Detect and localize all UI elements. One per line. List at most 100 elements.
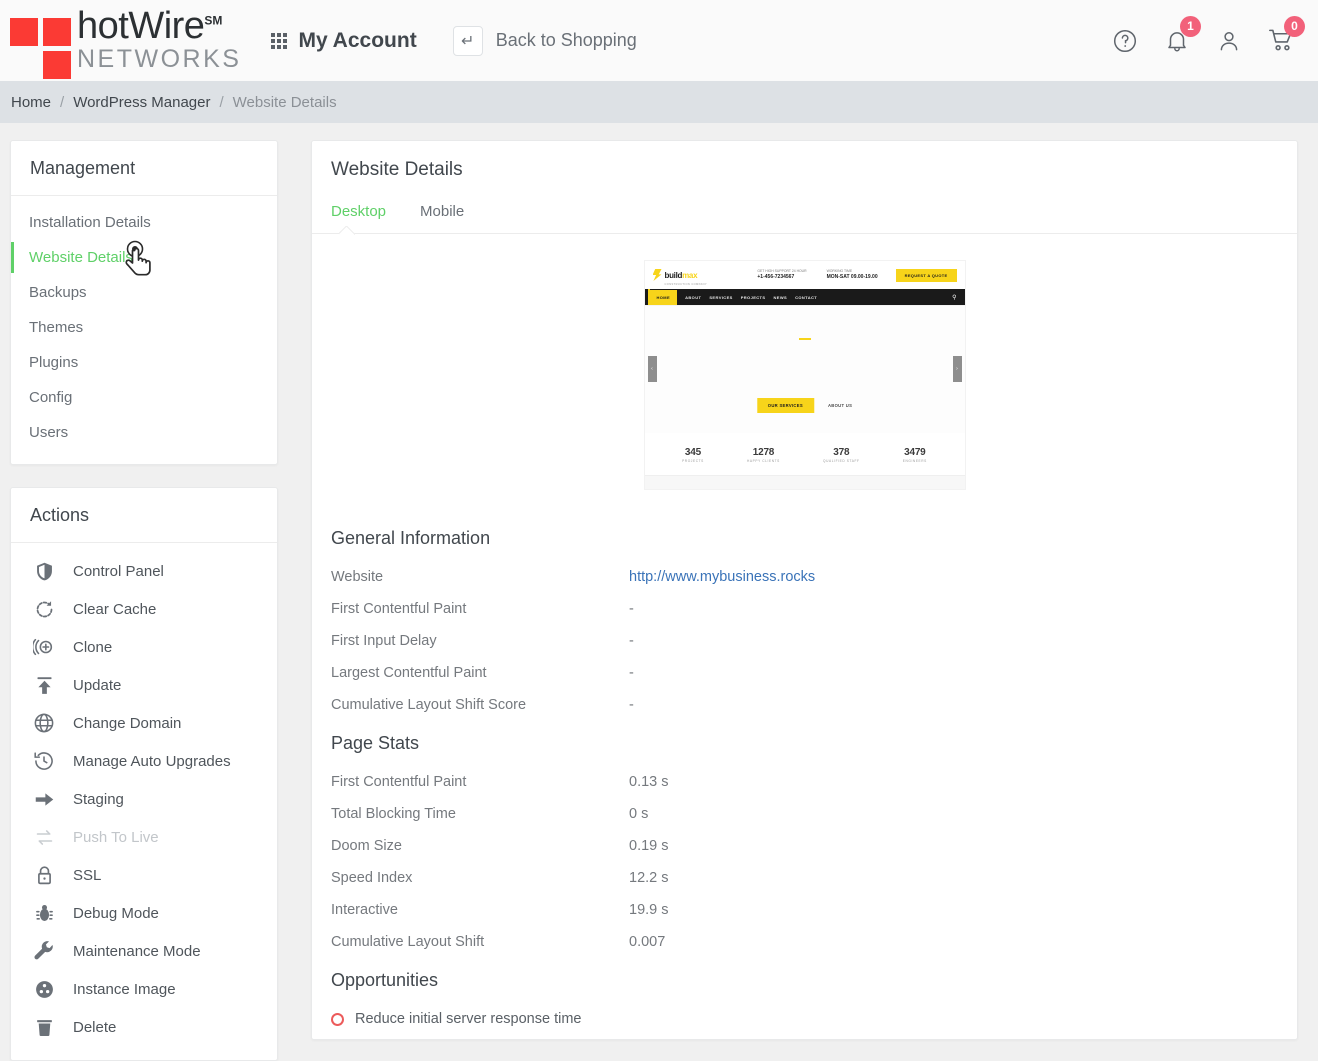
sidebar-item-label: Users: [29, 424, 69, 441]
preview-stat-label: ENGINEERS: [902, 459, 927, 463]
sidebar-item-label: Config: [29, 389, 73, 406]
page-stats-section: Page Stats First Contentful Paint 0.13 s…: [312, 733, 1297, 950]
stat-key: Total Blocking Time: [331, 806, 456, 822]
sidebar-item-installation-details[interactable]: Installation Details: [11, 205, 277, 240]
breadcrumb-item-home[interactable]: Home: [11, 94, 51, 111]
film-reel-icon: [33, 978, 55, 1000]
opportunities-section: Opportunities Reduce initial server resp…: [312, 970, 1297, 1027]
grid-apps-icon: [271, 32, 288, 49]
tab-mobile[interactable]: Mobile: [420, 203, 464, 233]
stat-value: 19.9 s: [629, 902, 669, 918]
clone-plus-icon: [33, 636, 55, 658]
preview-quote-button: REQUEST A QUOTE: [895, 268, 957, 282]
action-label: Delete: [73, 1018, 117, 1036]
preview-brand-sub: CONSTRUCTION COMPANY: [664, 282, 708, 286]
action-push-to-live: Push To Live: [11, 818, 277, 856]
info-key: First Input Delay: [331, 633, 437, 649]
action-update[interactable]: Update: [11, 666, 277, 704]
sidebar-item-config[interactable]: Config: [11, 380, 277, 415]
bug-icon: [33, 902, 55, 924]
arrow-right-icon: [33, 788, 55, 810]
preview-search-icon: ⚲: [952, 294, 957, 301]
preview-stat: 3479 ENGINEERS: [903, 447, 927, 463]
preview-brand: buildmax: [664, 270, 698, 280]
action-label: Change Domain: [73, 714, 182, 732]
preview-stat-label: HAPPY CLIENTS: [747, 459, 780, 463]
swap-icon: [33, 826, 55, 848]
info-value: -: [629, 697, 634, 713]
sidebar-item-label: Installation Details: [29, 214, 151, 231]
sidebar-item-users[interactable]: Users: [11, 415, 277, 450]
info-row-cumulative-layout-shift-score: Cumulative Layout Shift Score -: [331, 697, 1278, 713]
preview-nav-about: ABOUT: [685, 294, 702, 300]
preview-stat: 345 PROJECTS: [682, 447, 704, 463]
breadcrumb-separator: /: [219, 93, 224, 111]
preview-stat-value: 1278: [752, 447, 775, 458]
sidebar-item-label: Backups: [29, 284, 87, 301]
preview-stat: 378 QUALIFIED STAFF: [823, 447, 860, 463]
sidebar-item-backups[interactable]: Backups: [11, 275, 277, 310]
my-account-nav[interactable]: My Account: [271, 29, 417, 53]
action-clear-cache[interactable]: Clear Cache: [11, 590, 277, 628]
opportunity-item[interactable]: Reduce initial server response time: [331, 1011, 1278, 1027]
action-control-panel[interactable]: Control Panel: [11, 552, 277, 590]
info-row-largest-contentful-paint: Largest Contentful Paint -: [331, 665, 1278, 681]
action-ssl[interactable]: SSL: [11, 856, 277, 894]
preview-stat-value: 378: [833, 447, 850, 458]
action-label: SSL: [73, 866, 102, 884]
preview-stat-value: 3479: [904, 447, 926, 458]
breadcrumb-item-website-details: Website Details: [232, 93, 337, 111]
preview-hero: ‹ › OUR SERVICES ABOUT US: [644, 305, 965, 433]
help-circle-icon[interactable]: [1110, 26, 1140, 56]
action-delete[interactable]: Delete: [11, 1008, 277, 1046]
refresh-icon: [33, 598, 55, 620]
stat-row-first-contentful-paint: First Contentful Paint 0.13 s: [331, 774, 1278, 790]
action-debug-mode[interactable]: Debug Mode: [11, 894, 277, 932]
website-link[interactable]: http://www.mybusiness.rocks: [629, 569, 815, 585]
view-tabs: Desktop Mobile: [312, 181, 1297, 233]
active-tab-caret-icon: [339, 226, 355, 235]
stat-row-interactive: Interactive 19.9 s: [331, 902, 1278, 918]
brand-logo[interactable]: hotWireSM NETWORKS: [10, 7, 241, 79]
action-change-domain[interactable]: Change Domain: [11, 704, 277, 742]
action-maintenance-mode[interactable]: Maintenance Mode: [11, 932, 277, 970]
info-value: http://www.mybusiness.rocks: [629, 569, 815, 585]
user-icon[interactable]: [1214, 26, 1244, 56]
action-staging[interactable]: Staging: [11, 780, 277, 818]
preview-nav-contact: CONTACT: [795, 294, 818, 300]
info-value: -: [629, 601, 634, 617]
severity-circle-icon: [331, 1012, 344, 1026]
action-clone[interactable]: Clone: [11, 628, 277, 666]
action-label: Clone: [73, 638, 113, 656]
management-title: Management: [11, 141, 277, 196]
logo-servicemark: SM: [204, 13, 223, 28]
preview-support: GET HIGH SUPPORT 24 HOUR +1-456-7234567: [757, 268, 807, 280]
breadcrumb-item-wordpress-manager[interactable]: WordPress Manager: [73, 94, 210, 111]
back-to-shopping-button[interactable]: ↵ Back to Shopping: [452, 25, 637, 56]
notification-badge: 1: [1180, 15, 1201, 37]
bell-icon[interactable]: 1: [1162, 15, 1201, 56]
sidebar-item-plugins[interactable]: Plugins: [11, 345, 277, 380]
cart-icon[interactable]: 0: [1266, 15, 1305, 56]
action-manage-auto-upgrades[interactable]: Manage Auto Upgrades: [11, 742, 277, 780]
preview-stat-label: QUALIFIED STAFF: [823, 459, 860, 463]
sidebar-item-website-details[interactable]: Website Details: [11, 240, 277, 276]
sidebar-item-themes[interactable]: Themes: [11, 310, 277, 345]
preview-topbar: buildmax CONSTRUCTION COMPANY GET HIGH S…: [644, 261, 965, 289]
actions-card: Actions Control Panel Clear Cache Clone …: [10, 487, 278, 1061]
preview-hero-divider: [798, 338, 811, 340]
info-value: -: [629, 633, 634, 649]
breadcrumb-separator: /: [60, 93, 65, 111]
stat-value: 0.19 s: [629, 838, 669, 854]
action-label: Manage Auto Upgrades: [73, 752, 231, 770]
logo-squares-icon: [10, 10, 72, 79]
general-information-section: General Information Website http://www.m…: [312, 528, 1297, 713]
action-label: Clear Cache: [73, 600, 157, 618]
action-instance-image[interactable]: Instance Image: [11, 970, 277, 1008]
website-preview-screenshot[interactable]: buildmax CONSTRUCTION COMPANY GET HIGH S…: [643, 260, 966, 490]
sidebar-item-label: Plugins: [29, 354, 79, 371]
sidebar-item-label: Website Details: [29, 249, 133, 266]
preview-nav-home: HOME: [649, 289, 678, 305]
action-label: Instance Image: [73, 980, 176, 998]
breadcrumb: Home / WordPress Manager / Website Detai…: [0, 81, 1318, 123]
